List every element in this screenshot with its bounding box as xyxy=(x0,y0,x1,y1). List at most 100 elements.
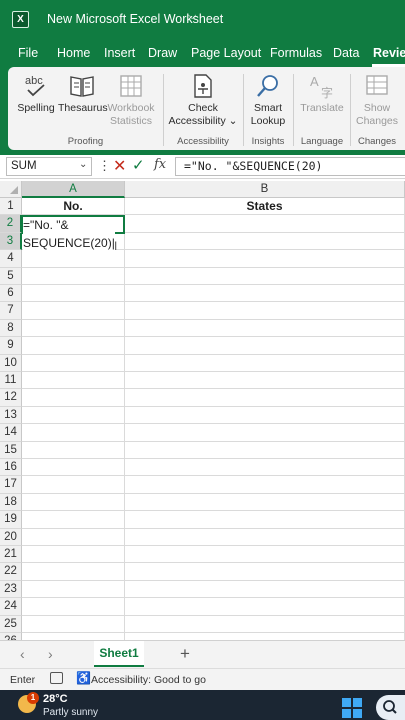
sheet-tab-sheet1[interactable]: Sheet1 xyxy=(94,641,144,667)
weather-description[interactable]: Partly sunny xyxy=(43,707,98,718)
cell-b13[interactable] xyxy=(125,406,405,425)
cell-b3[interactable] xyxy=(125,232,405,251)
select-all-button[interactable] xyxy=(0,181,22,198)
cell-a19[interactable] xyxy=(22,511,125,529)
cell-a23[interactable] xyxy=(22,580,125,599)
row-header[interactable]: 22 xyxy=(0,563,22,581)
cell-b7[interactable] xyxy=(125,302,405,320)
row-header[interactable]: 6 xyxy=(0,285,22,303)
cell-a25[interactable] xyxy=(22,615,125,633)
tab-home[interactable]: Home xyxy=(57,46,90,60)
cell-a21[interactable] xyxy=(22,546,125,564)
prev-sheet-icon[interactable]: ‹ xyxy=(20,646,25,662)
add-sheet-button[interactable]: + xyxy=(180,644,190,664)
weather-temperature[interactable]: 28°C xyxy=(43,693,68,705)
tab-page-layout[interactable]: Page Layout xyxy=(191,46,261,60)
row-header[interactable]: 21 xyxy=(0,546,22,564)
cell-a26[interactable] xyxy=(22,633,125,640)
cell-a7[interactable] xyxy=(22,302,125,320)
cell-b18[interactable] xyxy=(125,493,405,512)
row-header[interactable]: 23 xyxy=(0,580,22,599)
cell-b1[interactable]: States xyxy=(125,198,405,216)
cell-b15[interactable] xyxy=(125,441,405,459)
cell-a10[interactable] xyxy=(22,354,125,372)
macro-record-icon[interactable] xyxy=(50,672,63,684)
tab-data[interactable]: Data xyxy=(333,46,359,60)
column-header-b[interactable]: B xyxy=(125,181,405,198)
tab-file[interactable]: File xyxy=(18,46,38,60)
more-options-icon[interactable]: ⋮ xyxy=(98,158,111,174)
formula-input[interactable]: ="No. "&SEQUENCE(20) xyxy=(175,157,405,176)
row-header[interactable]: 16 xyxy=(0,459,22,477)
row-header[interactable]: 4 xyxy=(0,250,22,268)
windows-start-icon[interactable] xyxy=(342,698,362,718)
cell-a17[interactable] xyxy=(22,476,125,494)
accessibility-status[interactable]: Accessibility: Good to go xyxy=(91,674,206,686)
cell-a6[interactable] xyxy=(22,285,125,303)
cell-b14[interactable] xyxy=(125,424,405,442)
row-header[interactable]: 17 xyxy=(0,476,22,494)
row-header[interactable]: 24 xyxy=(0,598,22,616)
cell-b8[interactable] xyxy=(125,319,405,338)
cell-b9[interactable] xyxy=(125,337,405,355)
translate-button[interactable]: A 字 Translate xyxy=(297,72,347,115)
cell-a14[interactable] xyxy=(22,424,125,442)
next-sheet-icon[interactable]: › xyxy=(48,646,53,662)
cell-a12[interactable] xyxy=(22,389,125,407)
row-header[interactable]: 20 xyxy=(0,528,22,546)
row-header[interactable]: 26 xyxy=(0,633,22,640)
cell-b12[interactable] xyxy=(125,389,405,407)
row-header[interactable]: 14 xyxy=(0,424,22,442)
cell-b19[interactable] xyxy=(125,511,405,529)
accessibility-icon[interactable]: ♿ xyxy=(76,671,91,685)
cell-b22[interactable] xyxy=(125,563,405,581)
tab-insert[interactable]: Insert xyxy=(104,46,135,60)
insert-function-icon[interactable]: fx xyxy=(154,157,166,172)
cell-b26[interactable] xyxy=(125,633,405,640)
cell-b10[interactable] xyxy=(125,354,405,372)
thesaurus-button[interactable]: Thesaurus xyxy=(58,72,108,115)
cell-b5[interactable] xyxy=(125,267,405,285)
chevron-down-icon[interactable]: ⌵ xyxy=(188,10,196,23)
cell-a11[interactable] xyxy=(22,372,125,390)
row-header[interactable]: 9 xyxy=(0,337,22,355)
cell-b4[interactable] xyxy=(125,250,405,268)
cell-a15[interactable] xyxy=(22,441,125,459)
cell-a16[interactable] xyxy=(22,459,125,477)
cell-a8[interactable] xyxy=(22,319,125,338)
row-header[interactable]: 11 xyxy=(0,372,22,390)
row-header[interactable]: 1 xyxy=(0,198,22,216)
cell-b6[interactable] xyxy=(125,285,405,303)
row-header[interactable]: 13 xyxy=(0,406,22,425)
cell-b23[interactable] xyxy=(125,580,405,599)
smart-lookup-button[interactable]: Smart Lookup xyxy=(246,72,290,127)
cell-a9[interactable] xyxy=(22,337,125,355)
row-header[interactable]: 19 xyxy=(0,511,22,529)
tab-formulas[interactable]: Formulas xyxy=(270,46,322,60)
spelling-button[interactable]: abc Spelling xyxy=(16,72,56,115)
column-header-a[interactable]: A xyxy=(22,181,125,198)
search-icon[interactable] xyxy=(376,695,405,720)
show-changes-button[interactable]: Show Changes xyxy=(354,72,400,127)
window-title[interactable]: New Microsoft Excel Worksheet xyxy=(47,12,223,26)
cell-b11[interactable] xyxy=(125,372,405,390)
worksheet-grid[interactable]: A B 1 No. States 2 3 4 5 6 7 8 9 10 11 12 13 14 15 16 17 18… xyxy=(0,181,405,640)
cell-a18[interactable] xyxy=(22,493,125,512)
cell-b17[interactable] xyxy=(125,476,405,494)
row-header[interactable]: 3 xyxy=(0,232,22,251)
cell-b20[interactable] xyxy=(125,528,405,546)
in-cell-editor[interactable]: ="No. "& SEQUENCE(20)| xyxy=(23,217,115,252)
cell-a5[interactable] xyxy=(22,267,125,285)
row-header[interactable]: 18 xyxy=(0,493,22,512)
row-header[interactable]: 5 xyxy=(0,267,22,285)
cancel-icon[interactable]: ✕ xyxy=(113,156,126,176)
cell-a22[interactable] xyxy=(22,563,125,581)
check-accessibility-button[interactable]: Check Accessibility ⌄ xyxy=(166,72,240,127)
row-header[interactable]: 25 xyxy=(0,615,22,633)
tab-review[interactable]: Review xyxy=(373,46,405,60)
row-header[interactable]: 7 xyxy=(0,302,22,320)
tab-draw[interactable]: Draw xyxy=(148,46,177,60)
workbook-statistics-button[interactable]: Workbook Statistics xyxy=(105,72,157,127)
row-header[interactable]: 10 xyxy=(0,354,22,372)
cell-a13[interactable] xyxy=(22,406,125,425)
